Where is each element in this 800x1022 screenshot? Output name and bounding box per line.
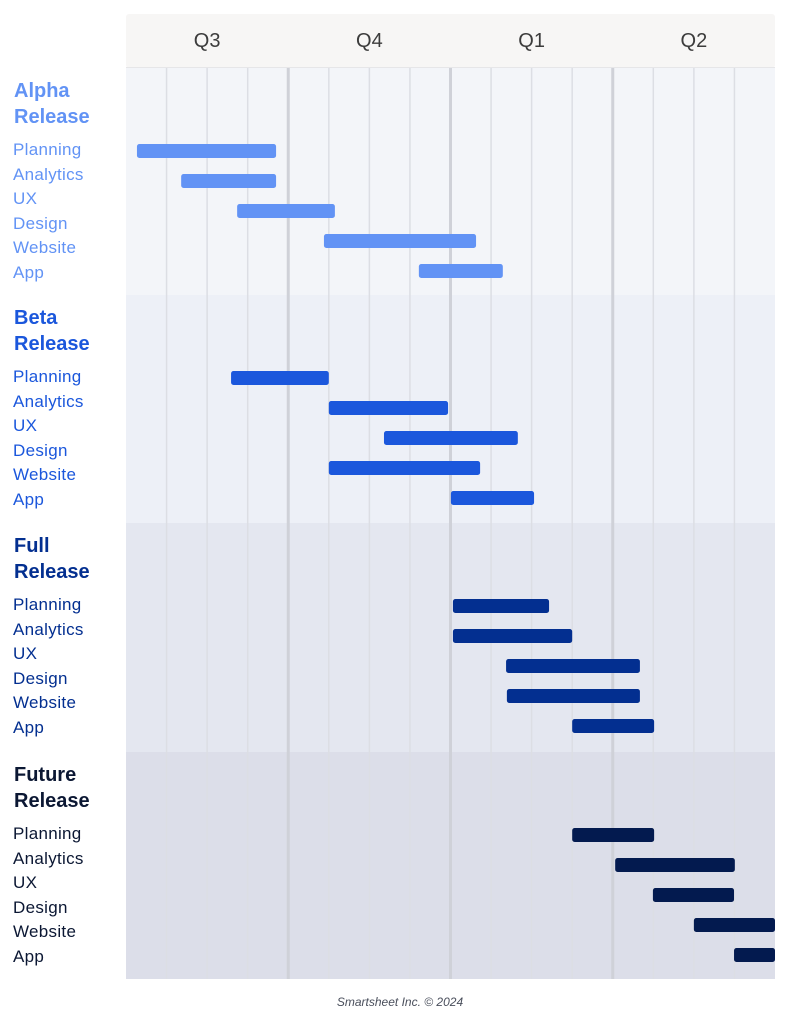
task-label: Design <box>13 440 68 460</box>
quarter-label-q1: Q1 <box>518 30 545 52</box>
task-label: Design <box>13 897 68 917</box>
group-title: Alpha <box>14 80 70 102</box>
task-label: Analytics <box>13 619 84 639</box>
task-label: Planning <box>13 367 82 386</box>
quarter-label-q2: Q2 <box>681 30 708 52</box>
group-title: Release <box>14 332 90 355</box>
task-bar <box>652 888 735 902</box>
task-label: Analytics <box>13 391 84 411</box>
task-bar <box>506 689 640 703</box>
task-bar <box>136 144 277 158</box>
task-bar <box>237 204 335 218</box>
task-label: Website <box>13 922 77 941</box>
task-bar <box>615 858 735 872</box>
task-bar <box>231 371 329 385</box>
group-title: Release <box>14 560 90 583</box>
task-label: Analytics <box>13 848 84 868</box>
task-bar <box>452 629 573 643</box>
group-title: Beta <box>14 307 58 329</box>
group-title: Release <box>14 789 90 812</box>
task-label: App <box>13 946 45 966</box>
task-bar <box>572 719 655 733</box>
footer-credit: Smartsheet Inc. © 2024 <box>336 995 464 1009</box>
task-bar <box>323 234 477 248</box>
task-label: Design <box>13 213 68 233</box>
group-title: Future <box>14 764 77 786</box>
task-bar <box>734 948 775 962</box>
task-label: App <box>13 262 45 282</box>
task-label: UX <box>13 416 38 435</box>
task-bar <box>452 599 550 613</box>
task-label: Website <box>13 693 77 712</box>
task-bar <box>572 828 655 842</box>
task-label: UX <box>13 644 38 663</box>
task-label: Planning <box>13 140 82 159</box>
task-bar <box>506 659 640 673</box>
task-bar <box>328 401 449 415</box>
task-label: Design <box>13 668 68 688</box>
quarter-label-q3: Q3 <box>194 30 221 52</box>
task-label: App <box>13 717 45 737</box>
gantt-chart: Q3 Q4 Q1 Q2 <box>126 14 775 979</box>
task-bar <box>383 431 518 445</box>
task-bar <box>418 264 503 278</box>
task-bar <box>450 491 535 505</box>
task-label: App <box>13 489 45 509</box>
task-label: UX <box>13 189 38 208</box>
group-title: Release <box>14 105 90 128</box>
task-bar <box>328 461 481 475</box>
task-label: Analytics <box>13 164 84 184</box>
task-label: UX <box>13 873 38 892</box>
task-label: Website <box>13 238 77 257</box>
task-bar <box>181 174 277 188</box>
quarter-label-q4: Q4 <box>356 30 383 52</box>
task-label: Planning <box>13 824 82 843</box>
task-bar <box>693 918 775 932</box>
task-label: Planning <box>13 595 82 614</box>
group-title: Full <box>14 535 50 557</box>
timeline-header <box>126 14 775 68</box>
task-label: Website <box>13 465 77 484</box>
